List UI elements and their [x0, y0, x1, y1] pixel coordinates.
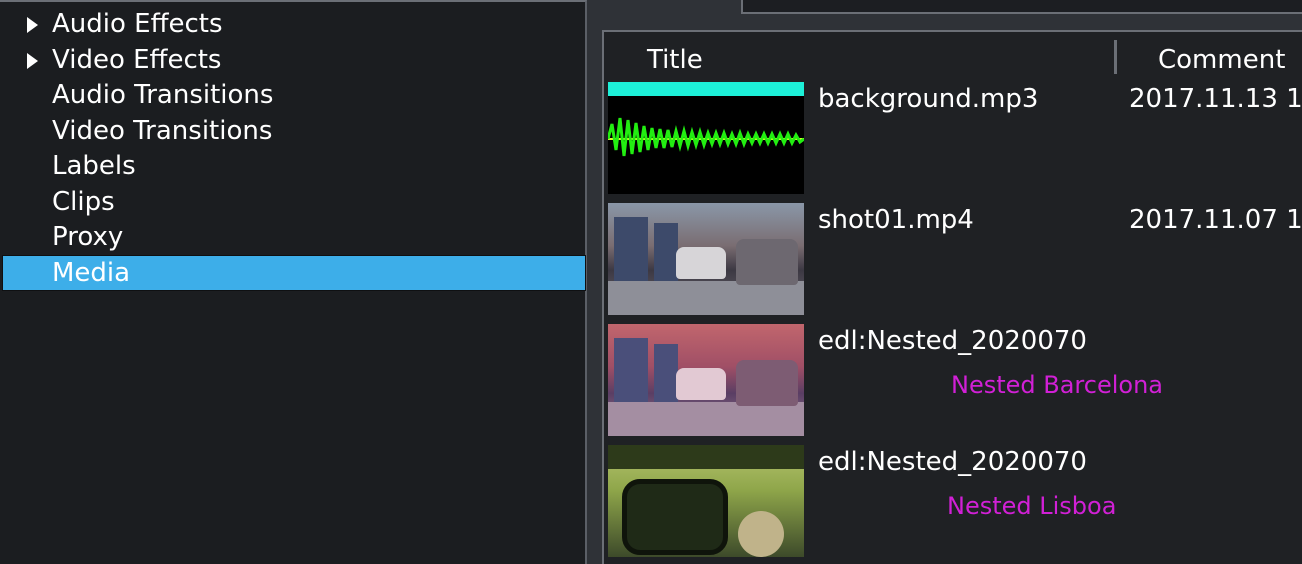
- tree-item-audio-transitions[interactable]: Audio Transitions: [3, 78, 585, 112]
- audio-waveform-thumbnail: [608, 82, 804, 194]
- audio-level-bar: [608, 82, 804, 96]
- media-comment: 2017.11.13 1: [1129, 84, 1302, 114]
- media-title: background.mp3: [818, 84, 1039, 114]
- tree-item-label: Proxy: [52, 222, 124, 252]
- tree-item-audio-effects[interactable]: Audio Effects: [3, 7, 585, 41]
- person-shape: [738, 511, 784, 557]
- garage-door-shape: [614, 338, 648, 410]
- tree-item-clips[interactable]: Clips: [3, 185, 585, 219]
- resources-window: Audio Effects Video Effects Audio Transi…: [0, 0, 1302, 564]
- media-comment: 2017.11.07 1: [1129, 205, 1302, 235]
- car-mirror-shape: [622, 479, 728, 555]
- media-title: edl:Nested_2020070: [818, 447, 1087, 477]
- expand-arrow-icon[interactable]: [27, 53, 38, 69]
- tree-item-media[interactable]: Media: [2, 255, 586, 291]
- column-header-comment[interactable]: Comment: [1158, 32, 1285, 88]
- search-bar[interactable]: [741, 0, 1302, 14]
- tree-item-label: Video Effects: [52, 45, 222, 75]
- media-label: Nested Barcelona: [951, 371, 1164, 399]
- car-shape: [676, 247, 726, 279]
- resources-panel: Title Comment background.mp3 2017.11.13 …: [589, 0, 1302, 564]
- video-thumbnail: [608, 203, 804, 315]
- folder-tree[interactable]: Audio Effects Video Effects Audio Transi…: [0, 0, 587, 564]
- tree-item-labels[interactable]: Labels: [3, 149, 585, 183]
- garage-door-shape: [654, 223, 678, 281]
- media-row[interactable]: edl:Nested_2020070 Nested Barcelona: [608, 324, 1302, 445]
- street-shape: [608, 281, 804, 315]
- tree-item-label: Audio Effects: [52, 9, 223, 39]
- tree-item-video-effects[interactable]: Video Effects: [3, 43, 585, 77]
- expand-arrow-icon[interactable]: [27, 17, 38, 33]
- column-header-title[interactable]: Title: [647, 32, 703, 88]
- tree-item-label: Video Transitions: [52, 116, 273, 146]
- media-row[interactable]: background.mp3 2017.11.13 1: [608, 82, 1302, 203]
- column-divider[interactable]: [1114, 40, 1117, 74]
- car-shape: [736, 239, 798, 285]
- street-shape: [608, 402, 804, 436]
- video-thumbnail: [608, 445, 804, 557]
- tree-item-label: Audio Transitions: [52, 80, 274, 110]
- media-row[interactable]: edl:Nested_2020070 Nested Lisboa: [608, 445, 1302, 564]
- tree-item-video-transitions[interactable]: Video Transitions: [3, 114, 585, 148]
- garage-door-shape: [614, 217, 648, 289]
- tree-item-label: Labels: [52, 151, 136, 181]
- roof-shape: [608, 445, 804, 469]
- car-shape: [736, 360, 798, 406]
- garage-door-shape: [654, 344, 678, 402]
- media-title: shot01.mp4: [818, 205, 974, 235]
- media-label: Nested Lisboa: [947, 492, 1117, 520]
- media-title: edl:Nested_2020070: [818, 326, 1087, 356]
- tree-item-label: Media: [52, 258, 131, 288]
- media-list[interactable]: Title Comment background.mp3 2017.11.13 …: [602, 30, 1302, 564]
- tree-item-label: Clips: [52, 187, 115, 217]
- media-row[interactable]: shot01.mp4 2017.11.07 1: [608, 203, 1302, 324]
- car-shape: [676, 368, 726, 400]
- tree-item-proxy[interactable]: Proxy: [3, 220, 585, 254]
- video-thumbnail: [608, 324, 804, 436]
- waveform-icon: [608, 117, 804, 157]
